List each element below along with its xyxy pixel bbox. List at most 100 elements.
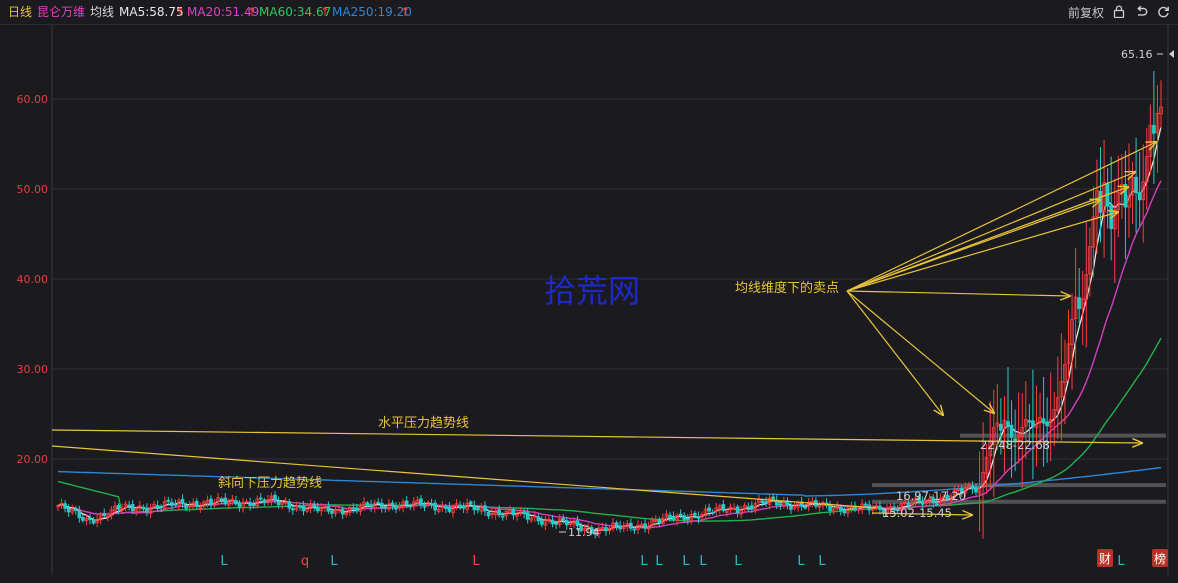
stock-name[interactable]: 昆仑万维 [37, 4, 85, 20]
candle-body [77, 510, 82, 519]
signal-marker: L [330, 554, 338, 569]
candle-body [696, 516, 701, 519]
candle-body [173, 503, 178, 506]
period-label[interactable]: 日线 [8, 4, 32, 20]
candle-body [999, 423, 1003, 431]
candle-body [330, 510, 334, 514]
candle-body [565, 519, 569, 526]
lock-icon[interactable] [1112, 5, 1126, 19]
high-price-label: 65.16 [1121, 48, 1153, 61]
candle-body [550, 519, 555, 525]
candle-body [750, 505, 754, 510]
candle-body [326, 506, 331, 512]
candle-body [262, 499, 267, 503]
ma250-up-arrow: ↑ [400, 5, 411, 19]
candle-body [778, 503, 783, 506]
zone1-label: 22.48-22.68 [980, 438, 1050, 452]
candle-body [223, 497, 228, 505]
candle-body [73, 508, 78, 511]
candle-body [209, 498, 213, 505]
candle-body [315, 506, 320, 512]
candle-body [273, 494, 277, 501]
candle-body [130, 503, 135, 512]
y-tick-label: 30.00 [17, 363, 49, 376]
candle-body [974, 487, 978, 493]
signal-marker: L [797, 554, 805, 569]
candle-body [408, 505, 413, 508]
candle-body [764, 501, 768, 504]
header-controls: 前复权 [1068, 3, 1170, 21]
candle-body [540, 519, 544, 525]
candle-body [1137, 192, 1142, 201]
candle-body [721, 504, 726, 511]
candle-body [429, 503, 434, 506]
signal-marker: L [699, 554, 707, 569]
y-tick-label: 20.00 [17, 453, 49, 466]
candle-body [91, 519, 96, 524]
candle-body [682, 515, 687, 520]
candle-body [511, 508, 516, 516]
candle-body [219, 498, 224, 501]
candle-body [483, 505, 487, 512]
candle-body [1098, 190, 1103, 213]
candle-body [390, 502, 395, 506]
candle-body [536, 516, 541, 522]
candle-body [155, 505, 160, 508]
candle-body [1109, 205, 1113, 229]
candle-body [127, 504, 131, 507]
badge-label: 财 [1099, 552, 1111, 566]
candle-body [1031, 420, 1035, 427]
candle-body [500, 515, 505, 518]
candle-body [671, 515, 676, 520]
candle-body [394, 505, 398, 510]
support-zone-bar [960, 433, 1166, 438]
candle-body [693, 512, 697, 516]
candle-body [461, 505, 466, 509]
candle-body [935, 503, 939, 506]
kline-chart[interactable]: 20.00 30.00 40.00 50.00 60.00 水平压力趋势线斜向下压力趋势… [0, 25, 1178, 583]
candle-body [248, 502, 252, 506]
signal-marker: L [655, 554, 663, 569]
signal-marker: L [1117, 554, 1125, 569]
candle-body [1006, 421, 1010, 427]
candle-body [237, 502, 242, 508]
zone2-label: 16.97-17.20 [896, 489, 966, 503]
restart-icon[interactable] [1156, 5, 1170, 19]
adjust-button[interactable]: 前复权 [1068, 4, 1104, 21]
y-tick-label: 40.00 [17, 273, 49, 286]
low-price-label: 11.94 [568, 526, 600, 539]
candle-body [735, 506, 740, 514]
signal-marker: L [682, 554, 690, 569]
signal-marker: q [301, 554, 309, 569]
ma5-value: MA5:58.75 [119, 5, 184, 19]
ma20-up-arrow: ↑ [247, 5, 258, 19]
candle-body [878, 505, 882, 510]
watermark-text: 拾荒网 [544, 272, 640, 310]
candle-body [251, 504, 256, 506]
candle-body [184, 504, 188, 509]
candle-body [803, 506, 807, 509]
candle-body [643, 523, 647, 529]
candle-body [194, 500, 199, 507]
candle-body [276, 500, 281, 506]
candle-body [180, 498, 185, 505]
candle-body [63, 503, 67, 509]
candle-body [291, 508, 295, 511]
candle-body [472, 504, 477, 511]
ma-title[interactable]: 均线 [90, 4, 114, 20]
signal-marker: L [640, 554, 648, 569]
candle-body [1041, 418, 1046, 424]
candle-body [458, 504, 462, 508]
candle-body [141, 506, 146, 510]
undo-icon[interactable] [1134, 5, 1148, 19]
candle-body [102, 513, 107, 517]
signal-marker: L [734, 554, 742, 569]
y-tick-label: 50.00 [17, 183, 49, 196]
candle-body [828, 504, 832, 512]
candle-body [838, 506, 843, 511]
candle-body [234, 500, 238, 505]
candle-body [369, 504, 373, 508]
candle-body [298, 505, 302, 508]
chart-header: 日线 昆仑万维 均线 MA5:58.75 ↑ MA20:51.49 ↑ MA60… [0, 0, 1178, 25]
candle-body [1045, 421, 1049, 427]
